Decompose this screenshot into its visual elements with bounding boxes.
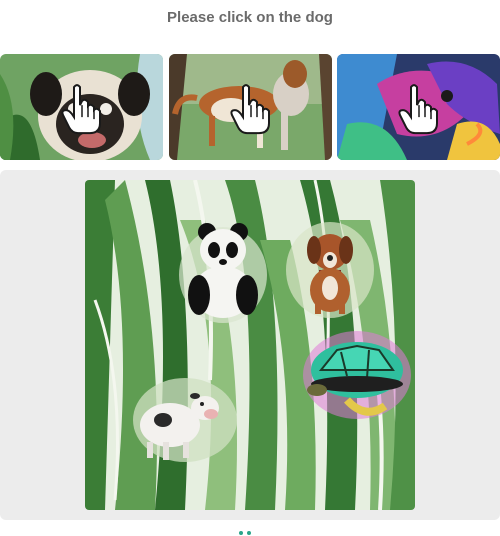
thumbnail-brown-dog[interactable] [169,54,332,160]
footer [0,526,500,536]
dog-animal[interactable] [286,222,374,318]
thumbnail-pug-dog[interactable] [0,54,163,160]
pointer-hand-icon [397,84,438,135]
pointer-hand-icon [60,84,101,135]
pointer-hand-icon [229,84,270,135]
captcha-prompt: Please click on the dog [167,8,333,26]
scene-image [85,180,415,510]
cow-animal[interactable] [133,378,237,462]
status-dots-icon [239,531,251,535]
challenge-scene [85,180,415,510]
thumbnail-colorful-dog[interactable] [337,54,500,160]
challenge-panel [0,170,500,520]
turtle-animal[interactable] [303,331,411,419]
reference-thumbnails [0,54,500,160]
